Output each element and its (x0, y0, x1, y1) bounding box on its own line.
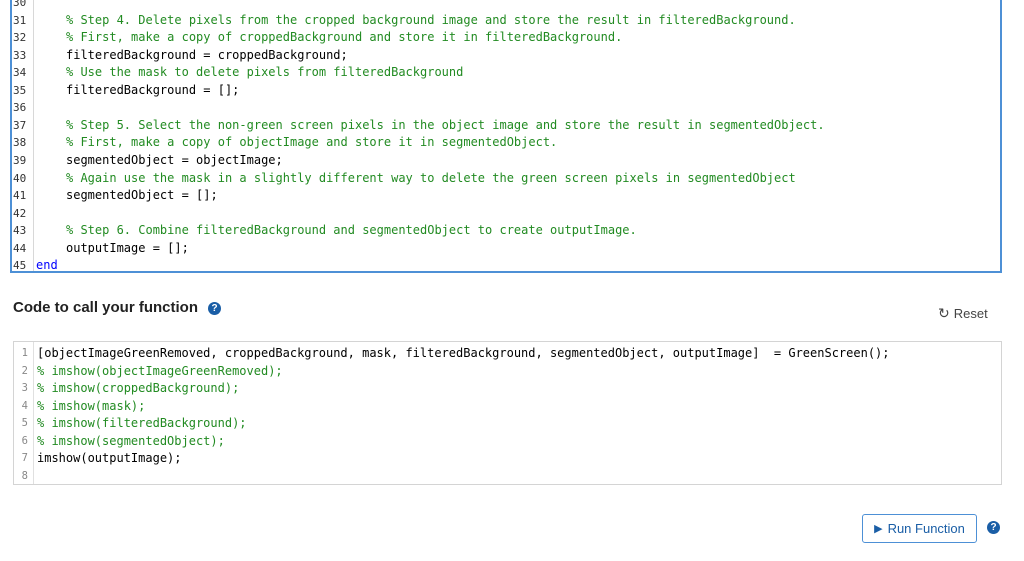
line-number: 6 (21, 434, 28, 447)
code-text: filteredBackground = []; (66, 82, 240, 97)
code-text: % First, make a copy of croppedBackgroun… (66, 30, 623, 45)
line-number: 41 (13, 189, 27, 203)
refresh-icon: ↻ (938, 305, 950, 321)
line-number: 30 (13, 0, 27, 9)
code-line[interactable]: 39 segmentedObject = objectImage; (12, 152, 1000, 170)
line-number: 40 (13, 171, 27, 185)
code-line[interactable]: 45 end (12, 257, 1000, 273)
line-number: 45 (13, 259, 27, 273)
line-number: 2 (21, 364, 28, 377)
code-text: % Step 5. Select the non-green screen pi… (66, 117, 825, 132)
section-title: Code to call your function (13, 299, 199, 316)
play-triangle-icon: ▶ (874, 523, 883, 535)
code-line[interactable]: 32 % First, make a copy of croppedBackgro… (12, 29, 1000, 47)
line-number: 4 (21, 399, 28, 412)
code-line[interactable]: 44 outputImage = []; (12, 240, 1000, 258)
line-number: 7 (21, 452, 28, 465)
line-number: 8 (21, 469, 28, 482)
line-number: 3 (21, 382, 28, 395)
code-line[interactable]: 36 (12, 99, 1000, 117)
code-line[interactable]: 30 (12, 0, 1000, 12)
help-icon[interactable]: ? (987, 521, 1000, 534)
line-number: 39 (13, 153, 27, 167)
code-text: % imshow(segmentedObject); (37, 433, 225, 448)
code-line[interactable]: 4 % imshow(mask); (14, 398, 1001, 416)
line-number: 43 (13, 224, 27, 238)
code-line[interactable]: 31 % Step 4. Delete pixels from the cropp… (12, 12, 1000, 30)
code-line[interactable]: 35 filteredBackground = []; (12, 82, 1000, 100)
line-number: 42 (13, 206, 27, 220)
line-number: 33 (13, 48, 27, 62)
line-number: 35 (13, 83, 27, 97)
code-text: segmentedObject = objectImage; (66, 152, 283, 167)
code-line[interactable]: 42 (12, 205, 1000, 223)
run-function-label: Run Function (887, 521, 965, 536)
line-number: 32 (13, 31, 27, 45)
help-icon[interactable]: ? (208, 302, 221, 315)
line-number: 37 (13, 118, 27, 132)
code-text: segmentedObject = []; (66, 188, 218, 203)
line-number: 1 (21, 347, 28, 359)
code-text: [objectImageGreenRemoved, croppedBackgro… (37, 346, 890, 360)
code-line[interactable]: 2 % imshow(objectImageGreenRemoved); (14, 363, 1001, 381)
code-line[interactable]: 8 (14, 468, 1001, 484)
code-line[interactable]: 38 % First, make a copy of objectImage an… (12, 134, 1000, 152)
code-text: % imshow(objectImageGreenRemoved); (37, 363, 283, 378)
line-number: 31 (13, 13, 27, 27)
reset-label: Reset (953, 306, 988, 321)
code-text: outputImage = []; (66, 240, 189, 255)
line-number: 34 (13, 66, 27, 80)
code-line[interactable]: 5 % imshow(filteredBackground); (14, 415, 1001, 433)
code-text: % imshow(mask); (37, 398, 146, 413)
code-text: % Again use the mask in a slightly diffe… (66, 170, 796, 185)
line-number: 44 (13, 241, 27, 255)
code-text: filteredBackground = croppedBackground; (66, 47, 348, 62)
run-function-button[interactable]: ▶ Run Function (862, 514, 977, 543)
code-line[interactable]: 1 [objectImageGreenRemoved, croppedBackgr… (14, 345, 1001, 363)
code-text: % Step 4. Delete pixels from the cropped… (66, 12, 796, 27)
code-text: end (36, 258, 58, 273)
code-line[interactable]: 7 imshow(outputImage); (14, 450, 1001, 468)
code-line[interactable]: 40 % Again use the mask in a slightly dif… (12, 170, 1000, 188)
function-code-editor[interactable]: 30 31 % Step 4. Delete pixels from the cro… (10, 0, 1002, 273)
code-text: % imshow(filteredBackground); (37, 416, 247, 431)
code-text: imshow(outputImage); (37, 451, 182, 466)
code-text: % imshow(croppedBackground); (37, 381, 240, 396)
line-number: 5 (21, 417, 28, 430)
code-line[interactable]: 6 % imshow(segmentedObject); (14, 433, 1001, 451)
code-line[interactable]: 37 % Step 5. Select the non-green screen … (12, 117, 1000, 135)
code-line[interactable]: 34 % Use the mask to delete pixels from f… (12, 64, 1000, 82)
code-text: % Use the mask to delete pixels from fil… (66, 65, 464, 80)
code-text: % First, make a copy of objectImage and … (66, 135, 558, 150)
code-line[interactable]: 43 % Step 6. Combine filteredBackground a… (12, 222, 1000, 240)
reset-button[interactable]: ↻ Reset (938, 305, 988, 322)
call-code-editor[interactable]: 1 [objectImageGreenRemoved, croppedBackgr… (13, 341, 1002, 485)
line-number: 38 (13, 136, 27, 150)
code-text: % Step 6. Combine filteredBackground and… (66, 223, 637, 238)
code-line[interactable]: 41 segmentedObject = []; (12, 187, 1000, 205)
line-number: 36 (13, 101, 27, 115)
code-line[interactable]: 3 % imshow(croppedBackground); (14, 380, 1001, 398)
code-line[interactable]: 33 filteredBackground = croppedBackground… (12, 47, 1000, 65)
